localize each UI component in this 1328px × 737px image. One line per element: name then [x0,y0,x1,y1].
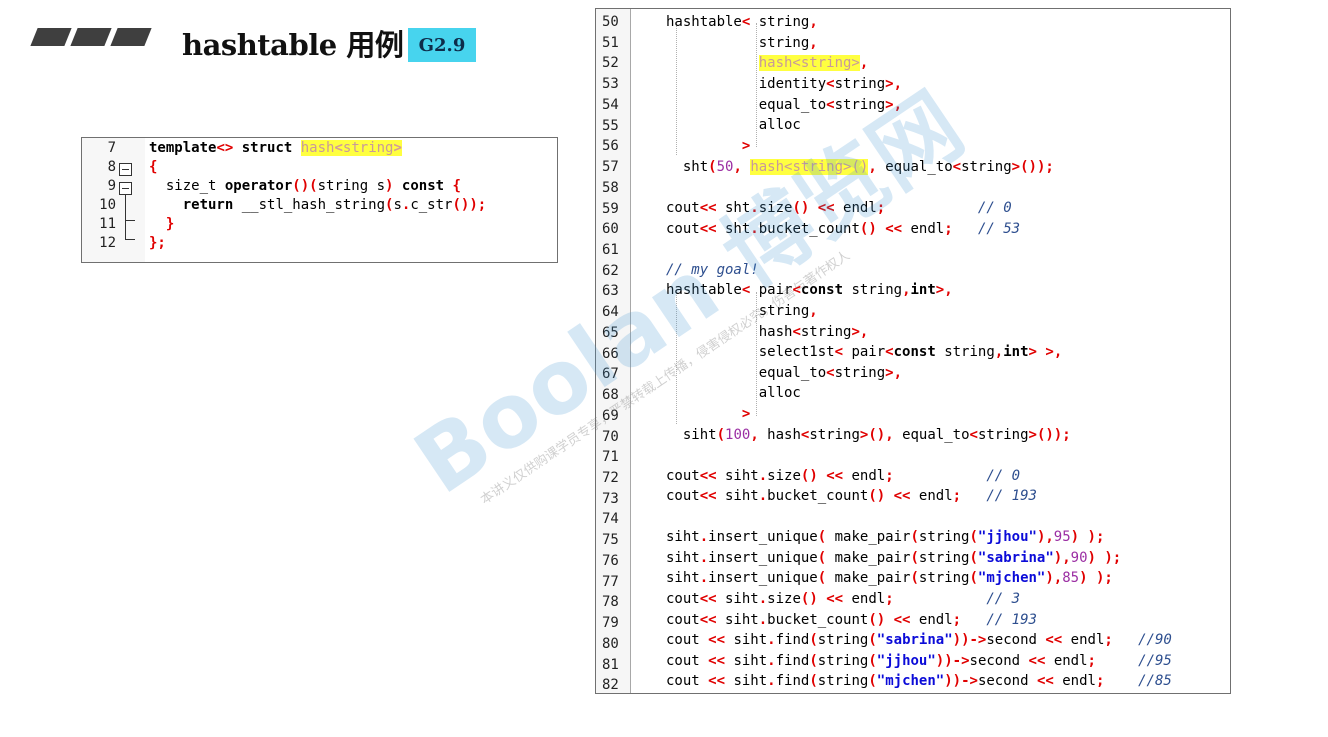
fold-collapse-icon[interactable] [119,182,132,195]
code-line: string, [666,35,818,51]
line-number: 67 [602,366,619,383]
code-line: { [149,159,158,175]
hash-specialization-code-panel: 7 8 9 10 11 12 template<> struct hash<st… [81,137,558,263]
code-line: hash<string>, [666,324,869,340]
code-line: cout<< siht.size() << endl; // 0 [666,468,1021,484]
line-number: 59 [602,200,619,217]
code-line: cout<< sht.size() << endl; // 0 [666,200,1012,216]
line-number: 10 [99,197,116,213]
code-line: siht.insert_unique( make_pair(string("sa… [666,550,1122,566]
code-line: template<> struct hash<string> [149,140,402,156]
line-number: 79 [602,615,619,632]
line-number: 9 [107,178,116,194]
code-line: > [741,138,751,154]
line-number: 77 [602,573,619,590]
code-line: select1st< pair<const string,int> >, [666,344,1063,360]
code-line: hashtable< string, [666,14,818,30]
code-line: cout<< siht.size() << endl; // 3 [666,591,1021,607]
line-number: 54 [602,96,619,113]
code-line: string, [666,303,818,319]
line-number: 72 [602,470,619,486]
line-number: 82 [602,677,619,694]
line-number: 73 [602,490,619,507]
line-number: 75 [602,532,619,549]
code-line: } [165,216,175,232]
version-badge: G2.9 [408,28,476,62]
line-number: 55 [602,117,619,134]
line-number: 66 [602,345,619,362]
line-number: 71 [602,449,619,466]
line-number: 8 [107,159,116,175]
code-line: hash<string>, [758,55,869,71]
line-number: 56 [602,138,619,155]
fold-collapse-icon[interactable] [119,163,132,176]
code-line: equal_to<string>, [666,97,903,113]
line-number: 61 [602,242,619,258]
code-line: size_t operator()(string s) const { [149,178,461,194]
title-decoration [30,28,152,46]
code-line: return __stl_hash_string(s.c_str()); [182,197,487,213]
line-number: 50 [602,14,619,30]
code-line: cout<< siht.bucket_count() << endl; // 1… [666,612,1037,628]
line-number: 63 [602,283,619,300]
line-number: 70 [602,428,619,445]
line-number: 7 [107,140,116,156]
line-number: 76 [602,552,619,569]
line-number: 57 [602,159,619,176]
code-line: siht.insert_unique( make_pair(string("jj… [666,529,1105,545]
line-number: 11 [99,216,116,232]
code-line: // my goal! [666,262,759,278]
code-line: alloc [666,117,801,133]
line-number: 68 [602,387,619,404]
fold-end-marker [125,220,135,221]
code-line: cout << siht.find(string("sabrina"))->se… [666,632,1172,648]
slide-title: hashtable 用例 [182,28,404,62]
code-line: > [741,406,751,422]
code-line: siht(100, hash<string>(), equal_to<strin… [666,427,1071,443]
code-line: cout << siht.find(string("jjhou"))->seco… [666,653,1172,669]
line-number: 65 [602,324,619,341]
line-number: 64 [602,304,619,321]
code-line: equal_to<string>, [666,365,903,381]
code-line: hashtable< pair<const string,int>, [666,282,953,298]
line-number: 52 [602,55,619,72]
hashtable-usage-code-panel: 50 51 52 53 54 55 56 57 58 59 60 61 62 63 64 65 66 67 68 69… [595,8,1231,694]
line-number: 74 [602,511,619,528]
code-line: sht(50, hash<string>(), equal_to<string>… [666,159,1054,175]
code-line: cout<< siht.bucket_count() << endl; // 1… [666,488,1037,504]
code-line: identity<string>, [666,76,903,92]
line-number: 60 [602,221,619,238]
fold-end-marker [125,239,135,240]
line-number: 81 [602,656,619,673]
line-number: 80 [602,635,619,652]
line-number: 78 [602,594,619,611]
line-number: 62 [602,262,619,279]
code-line: siht.insert_unique( make_pair(string("mj… [666,570,1113,586]
code-line: cout<< sht.bucket_count() << endl; // 53 [666,221,1021,237]
line-number: 53 [602,76,619,93]
line-number: 12 [99,235,116,251]
line-number: 51 [602,34,619,51]
line-number: 69 [602,407,619,424]
code-line: }; [149,235,166,251]
fold-guide-line [125,195,126,240]
code-line: cout << siht.find(string("mjchen"))->sec… [666,673,1172,689]
code-line: alloc [666,385,801,401]
line-number: 58 [602,179,619,196]
